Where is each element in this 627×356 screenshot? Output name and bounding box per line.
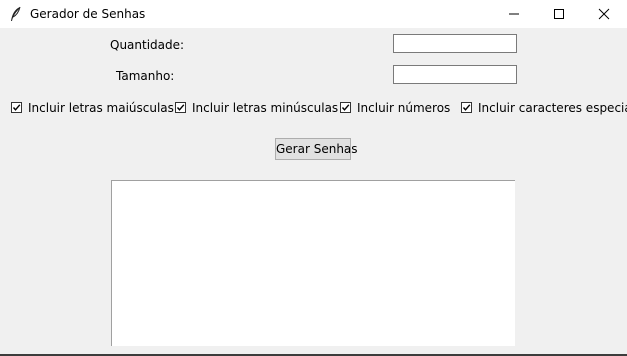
- title-bar: Gerador de Senhas: [0, 0, 627, 28]
- minimize-icon: [509, 13, 519, 15]
- checkbox-label: Incluir letras maiúsculas: [28, 101, 174, 115]
- feather-icon: [9, 6, 23, 22]
- maximize-icon: [554, 9, 564, 19]
- app-window: Gerador de Senhas Quantidade: Tamanho: I…: [0, 0, 627, 356]
- length-input[interactable]: [393, 65, 517, 84]
- checkbox-label: Incluir caracteres especiais: [478, 101, 627, 115]
- quantity-label: Quantidade:: [110, 38, 185, 52]
- checkmark-icon: [176, 104, 185, 111]
- checkmark-icon: [12, 104, 21, 111]
- maximize-button[interactable]: [536, 0, 582, 28]
- checkbox-box[interactable]: [340, 102, 351, 113]
- checkbox-box[interactable]: [461, 102, 472, 113]
- minimize-button[interactable]: [491, 0, 537, 28]
- close-icon: [598, 8, 610, 20]
- close-button[interactable]: [581, 0, 627, 28]
- checkbox-box[interactable]: [11, 102, 22, 113]
- quantity-input[interactable]: [393, 34, 517, 53]
- generate-passwords-button[interactable]: Gerar Senhas: [275, 138, 358, 160]
- password-output-area[interactable]: [111, 180, 515, 346]
- checkbox-label: Incluir números: [357, 101, 451, 115]
- checkmark-icon: [462, 104, 471, 111]
- checkmark-icon: [341, 104, 350, 111]
- window-title: Gerador de Senhas: [30, 7, 146, 21]
- length-label: Tamanho:: [116, 69, 175, 83]
- checkbox-box[interactable]: [175, 102, 186, 113]
- checkbox-label: Incluir letras minúsculas: [192, 101, 339, 115]
